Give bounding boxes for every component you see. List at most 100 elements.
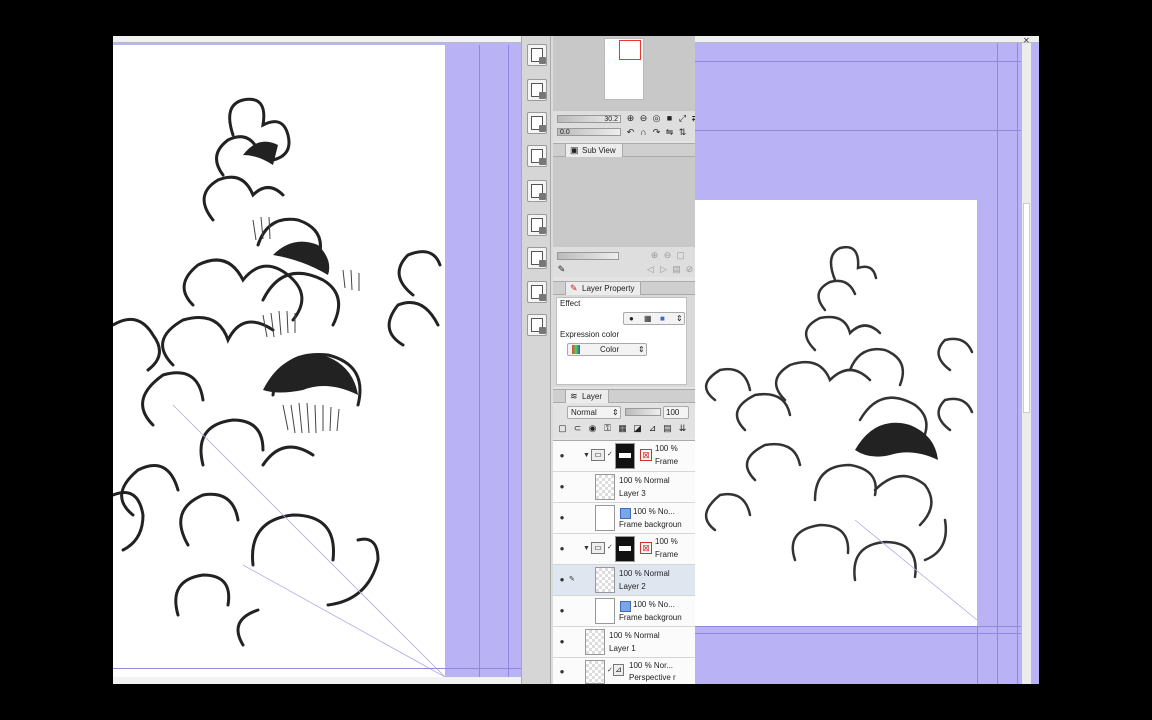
panel-icon (531, 218, 546, 234)
flip-vertical-icon[interactable]: ⇅ (677, 127, 688, 138)
opacity-field[interactable]: 100 (663, 406, 689, 419)
lock-icon[interactable]: ⚿ (602, 423, 613, 434)
tone-icon: ▦ (644, 314, 652, 323)
chevron-down-icon[interactable]: ▼ (583, 544, 590, 554)
search-layer-panel-button[interactable] (527, 314, 547, 336)
cloud-drawing (113, 97, 445, 677)
chevron-down-icon[interactable]: ▼ (583, 451, 590, 461)
layer-row[interactable]: ● 100 % Normal Layer 3 (553, 472, 695, 503)
navigator-view-frame[interactable] (619, 40, 641, 60)
chevron-updown-icon: ⇕ (612, 408, 619, 417)
layer-tabbar: ≋ Layer (553, 389, 695, 403)
import-icon[interactable]: ▤ (671, 264, 682, 275)
navigator-preview[interactable] (553, 36, 695, 111)
material-panel-button[interactable] (527, 247, 547, 269)
layer-property-panel-button[interactable] (527, 112, 547, 134)
fit-window-icon[interactable]: ⤢ (677, 113, 688, 124)
eye-icon[interactable]: ● (557, 513, 567, 523)
zoom-in-icon[interactable]: ⊕ (649, 250, 660, 261)
eyedropper-icon[interactable]: ✎ (556, 264, 567, 275)
layer-property-content: Effect ● ▦ ■ ⇕ Expression color Color ⇕ (556, 297, 687, 385)
guide-line (695, 633, 1021, 634)
rotate-right-icon[interactable]: ↷ (651, 127, 662, 138)
prev-icon[interactable]: ◁ (645, 264, 656, 275)
zoom-in-icon[interactable]: ⊕ (625, 113, 636, 124)
canvas-ruler-top (695, 36, 1039, 43)
folder-icon: ▭ (591, 449, 605, 461)
new-layer-icon[interactable]: ▢ (557, 423, 568, 434)
tab-sub-view[interactable]: ▣ Sub View (565, 144, 623, 157)
tab-layer[interactable]: ≋ Layer (565, 390, 610, 403)
zoom-out-icon[interactable]: ⊖ (638, 113, 649, 124)
clip-icon[interactable]: ⊂ (572, 423, 583, 434)
mask-enable-icon[interactable]: ◪ (632, 423, 643, 434)
eye-icon[interactable]: ● (557, 667, 567, 677)
scrollbar-thumb[interactable] (1023, 203, 1030, 413)
color-panel-button[interactable] (527, 214, 547, 236)
eye-icon[interactable]: ● (557, 637, 567, 647)
palette-icon[interactable]: ▤ (662, 423, 673, 434)
layer-row[interactable]: ● 100 % No... Frame backgroun (553, 596, 695, 627)
panel-icon (531, 48, 546, 64)
flip-horizontal-icon[interactable]: ⇋ (664, 127, 675, 138)
actual-size-icon[interactable]: ◎ (651, 113, 662, 124)
ruler-icon[interactable]: ⊿ (647, 423, 658, 434)
rotate-slider[interactable]: 0.0 (557, 128, 621, 136)
navigator-panel-button[interactable] (527, 44, 547, 66)
sub-view-panel-button[interactable] (527, 79, 547, 101)
canvas-second-view[interactable]: ✕ (695, 36, 1039, 684)
layer-row[interactable]: ● ▼ ▭ ✓ ⊠ 100 % Frame (553, 441, 695, 472)
zoom-slider[interactable]: 30.2 (557, 115, 621, 123)
zoom-out-icon[interactable]: ⊖ (662, 250, 673, 261)
chevron-updown-icon: ⇕ (676, 314, 683, 323)
reference-icon[interactable]: ◉ (587, 423, 598, 434)
canvas-page[interactable] (695, 200, 977, 626)
fit-icon[interactable]: ▢ (675, 250, 686, 261)
rotate-left-icon[interactable]: ↶ (625, 127, 636, 138)
tab-layer-property[interactable]: ✎ Layer Property (565, 282, 642, 295)
mask-icon[interactable]: ⊠ (640, 542, 652, 554)
layer-row[interactable]: ● 100 % No... Frame backgroun (553, 503, 695, 534)
canvas-main-view[interactable] (113, 36, 521, 684)
blend-mode-select[interactable]: Normal ⇕ (567, 406, 621, 419)
check-icon: ✓ (607, 451, 613, 458)
eye-icon[interactable]: ● (557, 606, 567, 616)
layer-thumbnail (595, 505, 615, 531)
panel-column: 30.2 0.0 ⊕ ⊖ ◎ ■ ⤢ ⇄ ↶ ∩ ↷ ⇋ ⇅ ▣ Sub Vie… (553, 36, 699, 684)
eye-icon[interactable]: ● (557, 451, 567, 461)
tab-label: Layer Property (582, 284, 635, 293)
layer-row[interactable]: ● ✎ 100 % Normal Layer 2 (553, 565, 695, 596)
sub-view-area[interactable] (553, 157, 695, 247)
layer-thumbnail (615, 443, 635, 469)
layer-row[interactable]: ● 100 % Normal Layer 1 (553, 627, 695, 658)
vertical-scrollbar[interactable] (1021, 43, 1031, 684)
eye-icon[interactable]: ● (557, 575, 567, 585)
fit-icon[interactable]: ■ (664, 113, 675, 124)
layer-row[interactable]: ● ▼ ▭ ✓ ⊠ 100 % Frame (553, 534, 695, 565)
layer-thumbnail (595, 598, 615, 624)
mask-icon[interactable]: ⊠ (640, 449, 652, 461)
eye-icon[interactable]: ● (557, 482, 567, 492)
rotate-reset-icon[interactable]: ∩ (638, 127, 649, 138)
expression-color-select[interactable]: Color ⇕ (567, 343, 647, 356)
eye-icon[interactable]: ● (557, 544, 567, 554)
effect-selector[interactable]: ● ▦ ■ ⇕ (623, 312, 685, 325)
layer-panel-button[interactable] (527, 145, 547, 167)
color-icon: ■ (660, 314, 665, 323)
guide-line (508, 45, 509, 677)
next-icon[interactable]: ▷ (658, 264, 669, 275)
ruler-icon: ⊿ (613, 664, 624, 676)
pen-icon: ✎ (570, 283, 578, 293)
lock-alpha-icon[interactable]: ▦ (617, 423, 628, 434)
history-panel-button[interactable] (527, 281, 547, 303)
opacity-slider[interactable] (625, 408, 661, 416)
tab-label: Layer (582, 392, 603, 401)
canvas-page[interactable] (113, 45, 445, 677)
merge-icon[interactable]: ⇊ (677, 423, 688, 434)
layer-row[interactable]: ● ✓ ⊿ 100 % Nor... Perspective r (553, 658, 695, 684)
layer-name: Frame backgroun (619, 613, 682, 622)
tool-property-panel-button[interactable] (527, 180, 547, 202)
expression-color-value: Color (600, 345, 620, 354)
clear-icon[interactable]: ⊘ (684, 264, 695, 275)
sub-view-zoom-slider[interactable] (557, 252, 619, 260)
